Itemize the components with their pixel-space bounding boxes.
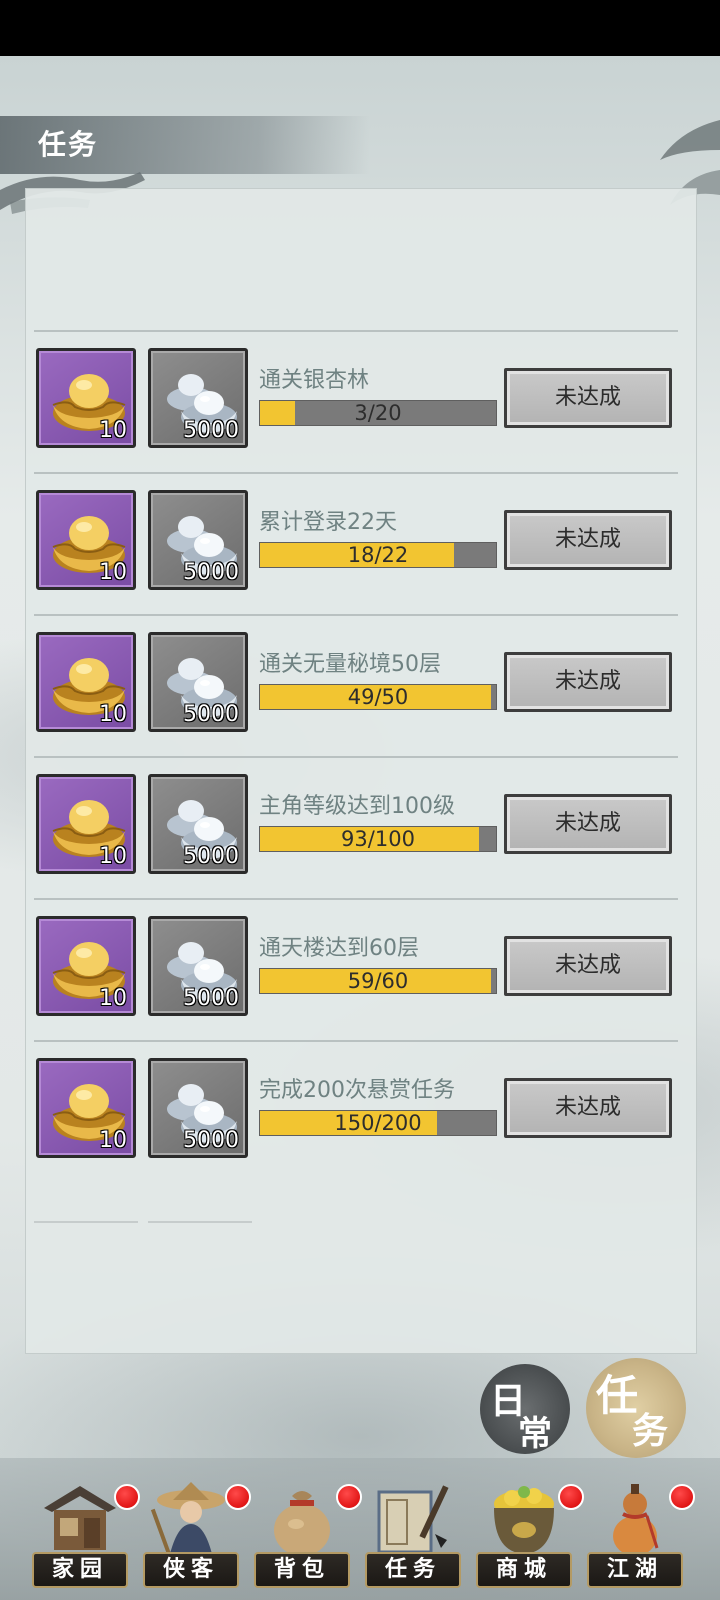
gold-reward-slot[interactable]: 10 [36,348,136,448]
gold-reward-slot[interactable]: 10 [36,632,136,732]
notification-badge [336,1484,362,1510]
gold-reward-slot[interactable]: 10 [36,490,136,590]
silver-reward-count: 5000 [183,560,239,585]
task-progress-text: 18/22 [347,543,409,567]
task-row: 10 5000 累计登录22天 18/22 未达成 [34,472,678,619]
task-progress-text: 59/60 [347,969,409,993]
daily-tab[interactable]: 日 常 [480,1364,570,1454]
silver-reward-slot[interactable]: 5000 [148,490,248,590]
task-status-button[interactable]: 未达成 [504,510,672,570]
task-progress-text: 150/200 [334,1111,422,1135]
task-progress-bar: 49/50 [259,684,497,710]
nav-label: 江湖 [587,1552,683,1588]
task-progress-text: 93/100 [341,827,415,851]
bag-icon [260,1478,344,1558]
nav-item-4[interactable]: 商城 [472,1478,584,1588]
task-name: 主角等级达到100级 [259,794,455,819]
task-status-button[interactable]: 未达成 [504,652,672,712]
task-status-button[interactable]: 未达成 [504,794,672,854]
nav-item-3[interactable]: 任务 [361,1478,473,1588]
task-progress-bar: 93/100 [259,826,497,852]
gold-reward-count: 10 [99,986,127,1011]
status-bar [0,0,720,56]
task-progress-bar: 150/200 [259,1110,497,1136]
nav-label: 背包 [254,1552,350,1588]
silver-reward-slot[interactable]: 5000 [148,348,248,448]
gold-reward-count: 10 [99,560,127,585]
nav-label: 任务 [365,1552,461,1588]
silver-reward-slot[interactable]: 5000 [148,774,248,874]
task-name: 完成200次悬赏任务 [259,1078,455,1103]
task-status-button[interactable]: 未达成 [504,936,672,996]
silver-reward-count: 5000 [183,1128,239,1153]
gold-reward-slot[interactable]: 10 [36,916,136,1016]
task-name: 通天楼达到60层 [259,936,419,961]
nav-label: 商城 [476,1552,572,1588]
daily-tab-char: 常 [518,1414,552,1454]
silver-reward-slot[interactable]: 5000 [148,632,248,732]
gold-reward-count: 10 [99,702,127,727]
task-progress-text: 3/20 [354,401,402,425]
task-name: 累计登录22天 [259,510,397,535]
task-name: 通关银杏林 [259,368,370,393]
nav-item-5[interactable]: 江湖 [583,1478,695,1588]
task-row: 10 5000 通关无量秘境50层 49/50 未达成 [34,614,678,761]
notification-badge [225,1484,251,1510]
task-progress-bar: 3/20 [259,400,497,426]
scroll-icon [371,1478,455,1558]
nav-item-2[interactable]: 背包 [250,1478,362,1588]
nav-label: 侠客 [143,1552,239,1588]
silver-reward-count: 5000 [183,986,239,1011]
swordsman-icon [149,1478,233,1558]
task-row: 10 5000 通天楼达到60层 59/60 未达成 [34,898,678,1045]
task-status-button[interactable]: 未达成 [504,368,672,428]
task-status-button[interactable]: 未达成 [504,1078,672,1138]
nav-label: 家园 [32,1552,128,1588]
silver-reward-slot[interactable]: 5000 [148,916,248,1016]
task-tab[interactable]: 任 务 [586,1358,686,1458]
notification-badge [669,1484,695,1510]
gold-reward-slot[interactable]: 10 [36,1058,136,1158]
task-progress-bar: 18/22 [259,542,497,568]
notification-badge [114,1484,140,1510]
silver-reward-count: 5000 [183,702,239,727]
list-end-divider [148,1221,252,1223]
silver-reward-count: 5000 [183,844,239,869]
nav-item-0[interactable]: 家园 [28,1478,140,1588]
task-row: 10 5000 主角等级达到100级 93/100 未达成 [34,756,678,903]
nav-item-1[interactable]: 侠客 [139,1478,251,1588]
silver-reward-slot[interactable]: 5000 [148,1058,248,1158]
list-end-divider [34,1221,138,1223]
gold-reward-count: 10 [99,844,127,869]
gourd-icon [593,1478,677,1558]
gold-reward-count: 10 [99,1128,127,1153]
notification-badge [558,1484,584,1510]
gold-reward-count: 10 [99,418,127,443]
page-title: 任务 [38,128,99,161]
task-tab-char: 务 [632,1410,669,1452]
silver-reward-count: 5000 [183,418,239,443]
task-progress-text: 49/50 [347,685,409,709]
gold-reward-slot[interactable]: 10 [36,774,136,874]
task-row: 10 5000 完成200次悬赏任务 150/200 未达成 [34,1040,678,1187]
task-progress-bar: 59/60 [259,968,497,994]
house-icon [38,1478,122,1558]
treasure-pot-icon [482,1478,566,1558]
task-name: 通关无量秘境50层 [259,652,441,677]
task-row: 10 5000 通关银杏林 3/20 未达成 [34,330,678,477]
